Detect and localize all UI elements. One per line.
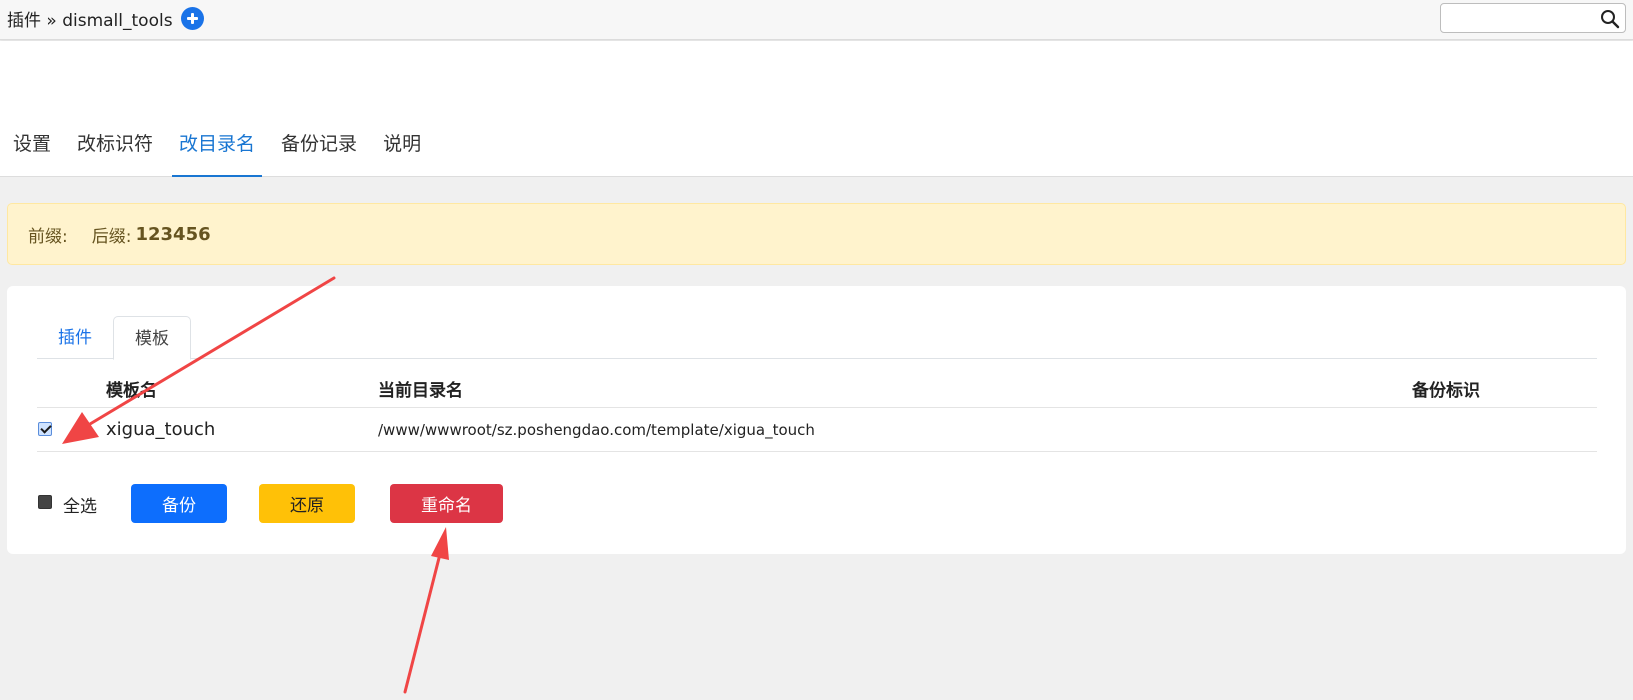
backup-button[interactable]: 备份	[131, 484, 227, 523]
breadcrumb: 插件 » dismall_tools	[7, 10, 173, 31]
search-input[interactable]	[1447, 5, 1597, 31]
row-checkbox[interactable]	[38, 422, 52, 436]
restore-button[interactable]: 还原	[259, 484, 355, 523]
tab-backup-records[interactable]: 备份记录	[268, 127, 370, 177]
action-bar: 全选 备份 还原 重命名	[37, 484, 1597, 524]
prefix-suffix-notice: 前缀: 后缀: 123456	[7, 203, 1626, 265]
tab-rename-directory[interactable]: 改目录名	[166, 127, 268, 177]
tab-instructions[interactable]: 说明	[370, 127, 434, 177]
prefix-label: 前缀:	[28, 226, 68, 247]
search-icon[interactable]	[1599, 8, 1621, 30]
header-current-directory: 当前目录名	[378, 381, 463, 401]
suffix-value: 123456	[135, 223, 211, 245]
row-current-directory: /www/wwwroot/sz.poshengdao.com/template/…	[378, 421, 815, 439]
main-tabs: 设置 改标识符 改目录名 备份记录 说明	[0, 127, 434, 177]
template-table: 模板名 当前目录名 备份标识 xigua_touch /www/wwwroot/…	[37, 374, 1597, 452]
subtab-plugins[interactable]: 插件	[37, 316, 113, 359]
subtab-templates[interactable]: 模板	[113, 316, 191, 360]
header-backup-id: 备份标识	[1412, 381, 1480, 401]
tab-change-identifier[interactable]: 改标识符	[64, 127, 166, 177]
row-template-name: xigua_touch	[106, 419, 216, 440]
header-panel: 设置 改标识符 改目录名 备份记录 说明	[0, 41, 1633, 177]
top-bar: 插件 » dismall_tools	[0, 0, 1633, 40]
select-all-checkbox[interactable]	[38, 495, 52, 509]
table-header-row: 模板名 当前目录名 备份标识	[37, 374, 1597, 408]
table-row: xigua_touch /www/wwwroot/sz.poshengdao.c…	[37, 408, 1597, 452]
header-template-name: 模板名	[106, 381, 157, 401]
select-all-label: 全选	[63, 497, 97, 517]
search-box[interactable]	[1440, 3, 1626, 33]
template-card: 插件 模板 模板名 当前目录名 备份标识 xigua_touch /www/ww…	[7, 286, 1626, 554]
suffix-label: 后缀:	[91, 226, 132, 247]
tab-settings[interactable]: 设置	[0, 127, 64, 177]
sub-tabs: 插件 模板	[37, 316, 1597, 360]
rename-button[interactable]: 重命名	[390, 484, 503, 523]
plus-circle-icon[interactable]	[181, 7, 204, 30]
